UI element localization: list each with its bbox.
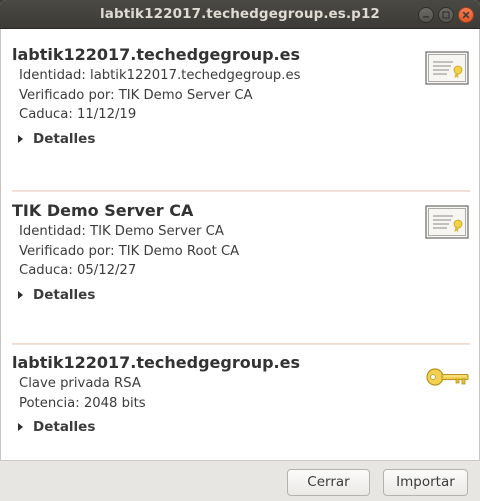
section-divider (12, 190, 470, 192)
details-label: Detalles (33, 130, 96, 147)
key-icon (426, 368, 469, 386)
section-title: TIK Demo Server CA (12, 201, 194, 220)
expander-arrow-icon (18, 423, 23, 431)
key-section: labtik122017.techedgegroup.es Clave priv… (12, 353, 472, 435)
minimize-button[interactable] (418, 7, 434, 23)
identity-text: Identidad: labtik122017.techedgegroup.es (19, 68, 301, 83)
details-expander[interactable]: Detalles (18, 419, 472, 435)
key-type-text: Clave privada RSA (19, 376, 141, 391)
expiry-text: Caduca: 11/12/19 (19, 107, 137, 122)
section-divider (12, 343, 470, 345)
details-label: Detalles (33, 286, 96, 303)
expander-arrow-icon (18, 290, 23, 299)
verified-by-text: Verificado por: TIK Demo Root CA (19, 243, 240, 259)
section-title: labtik122017.techedgegroup.es (12, 45, 300, 64)
details-expander[interactable]: Detalles (18, 131, 472, 147)
close-icon (462, 11, 470, 19)
key-strength-text: Potencia: 2048 bits (19, 395, 146, 411)
dialog-window: labtik122017.techedgegroup.es.p12 labtik… (0, 0, 480, 501)
identity-text: Identidad: TIK Demo Server CA (19, 224, 224, 239)
dialog-button-bar: Cerrar Importar (0, 460, 480, 501)
certificate-section: labtik122017.techedgegroup.es Identidad:… (12, 45, 472, 147)
title-bar[interactable]: labtik122017.techedgegroup.es.p12 (0, 0, 480, 29)
maximize-icon (442, 11, 450, 19)
close-window-button[interactable] (458, 7, 474, 23)
certificate-section: TIK Demo Server CA Identidad: TIK Demo S… (12, 201, 472, 303)
maximize-button[interactable] (438, 7, 454, 23)
certificate-icon (425, 205, 469, 239)
details-label: Detalles (33, 419, 96, 435)
certificate-icon (425, 51, 469, 85)
close-button[interactable]: Cerrar (287, 469, 370, 496)
certificate-list: labtik122017.techedgegroup.es Identidad:… (0, 29, 480, 460)
minimize-icon (423, 16, 429, 18)
section-title: labtik122017.techedgegroup.es (12, 353, 300, 372)
window-title: labtik122017.techedgegroup.es.p12 (100, 6, 380, 22)
import-button[interactable]: Importar (383, 469, 468, 496)
details-expander[interactable]: Detalles (18, 287, 472, 303)
expander-arrow-icon (18, 134, 23, 143)
expiry-text: Caduca: 05/12/27 (19, 263, 137, 278)
verified-by-text: Verificado por: TIK Demo Server CA (19, 87, 253, 103)
